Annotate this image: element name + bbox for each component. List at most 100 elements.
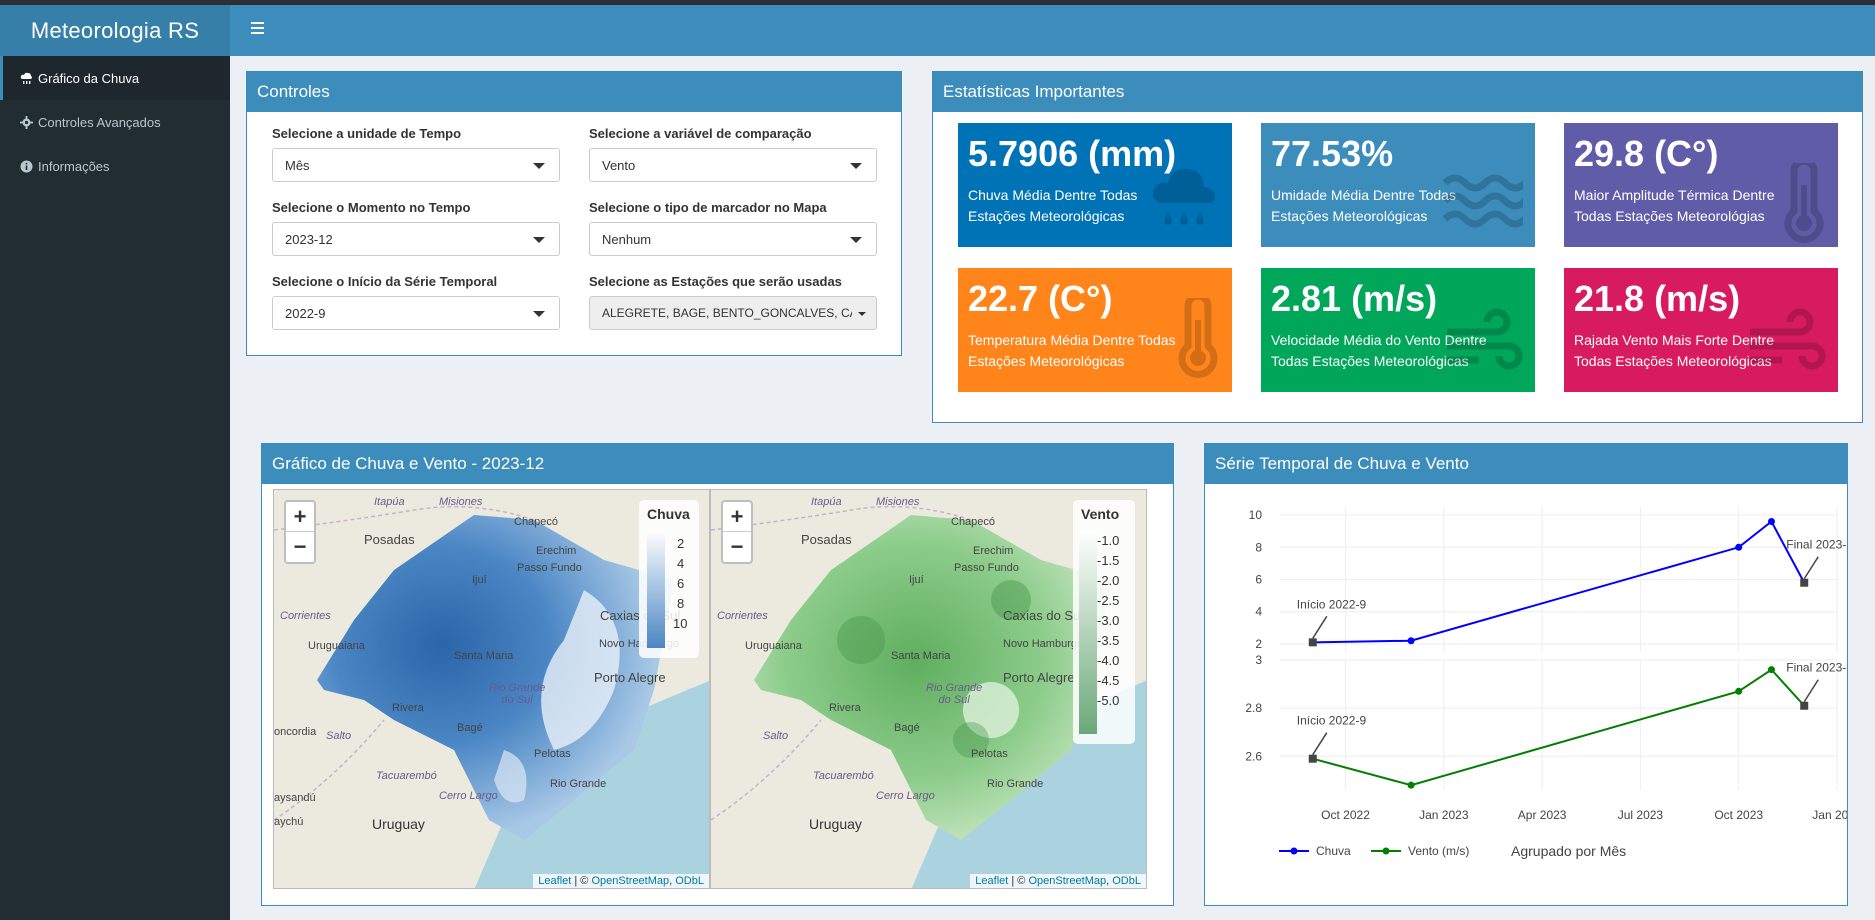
map-label-uruguay: Uruguay xyxy=(372,816,425,832)
map-label-posadas: Posadas xyxy=(801,532,852,547)
sidebar-item-label: Informações xyxy=(38,158,110,174)
rain-map[interactable]: Itapúa Misiones Chapecó Posadas Erechim … xyxy=(273,489,710,889)
x-tick-label: Jul 2023 xyxy=(1618,808,1664,822)
chart-footer: Agrupado por Mês xyxy=(1511,843,1626,859)
annotation-end: Final 2023-12 xyxy=(1786,538,1847,552)
wind-map[interactable]: Itapúa Misiones Chapecó Posadas Erechim … xyxy=(710,489,1147,889)
osm-link[interactable]: OpenStreetMap xyxy=(591,875,669,887)
moment-select[interactable]: 2023-12 xyxy=(272,222,560,256)
rain-legend-tick: 4 xyxy=(677,556,685,571)
attribution-sep: | © xyxy=(571,875,592,887)
map-label-corrientes: Corrientes xyxy=(717,610,768,622)
map-label-passo-fundo: Passo Fundo xyxy=(954,562,1019,574)
zoom-in-button[interactable]: + xyxy=(723,502,751,532)
leaflet-link[interactable]: Leaflet xyxy=(538,875,571,887)
map-label-santa-maria: Santa Maria xyxy=(891,650,951,662)
value-box-desc: Maior Amplitude Térmica Dentre Todas Est… xyxy=(1574,187,1775,224)
x-tick-label: Jan 2024 xyxy=(1812,808,1847,822)
annotation-end: Final 2023-12 xyxy=(1786,661,1847,675)
zoom-out-button[interactable]: − xyxy=(723,532,751,562)
time-unit-value: Mês xyxy=(285,157,310,173)
stations-multiselect[interactable]: ALEGRETE, BAGE, BENTO_GONCALVES, CAÇ xyxy=(589,296,877,330)
map-label-tacuarembo: Tacuarembó xyxy=(376,770,437,782)
stations-value: ALEGRETE, BAGE, BENTO_GONCALVES, CAÇ xyxy=(602,306,852,320)
map-label-itapua: Itapúa xyxy=(811,496,842,508)
map-label-cerro-largo: Cerro Largo xyxy=(439,790,498,802)
map-label-rio-grande-do-sul: Rio Grande do Sul xyxy=(489,682,546,706)
x-tick-label: Apr 2023 xyxy=(1518,808,1567,822)
wind-legend-tick: -4.5 xyxy=(1097,673,1120,688)
zoom-in-button[interactable]: + xyxy=(286,502,314,532)
chevron-down-icon xyxy=(533,237,545,243)
chevron-down-icon xyxy=(533,311,545,317)
maps-panel-title: Gráfico de Chuva e Vento - 2023-12 xyxy=(262,444,1173,484)
attribution-sep: | © xyxy=(1008,875,1029,887)
x-tick-label: Jan 2023 xyxy=(1419,808,1469,822)
wind-legend-tick: -5.0 xyxy=(1097,693,1120,708)
wind-legend-gradient xyxy=(1079,530,1097,734)
y-tick-label: 2 xyxy=(1255,637,1262,651)
value-box-chuva-media: 5.7906 (mm) Chuva Média Dentre Todas Est… xyxy=(958,123,1232,247)
odbl-link[interactable]: ODbL xyxy=(1112,875,1141,887)
map-label-chapeco: Chapecó xyxy=(514,516,559,528)
marker-select[interactable]: Nenhum xyxy=(589,222,877,256)
sidebar-item-label: Controles Avançados xyxy=(38,114,161,130)
wind-icon xyxy=(1750,308,1826,370)
value-box-value: 5.7906 (mm) xyxy=(968,133,1177,174)
y-tick-label: 10 xyxy=(1249,508,1263,522)
sidebar: Gráfico da Chuva Controles Avançados Inf… xyxy=(0,56,230,920)
series-line xyxy=(1312,668,1805,787)
map-label-bage: Bagé xyxy=(894,722,920,734)
series-endpoint-marker xyxy=(1800,701,1809,710)
wind-legend-tick: -3.5 xyxy=(1097,633,1120,648)
map-label-santa-maria: Santa Maria xyxy=(454,650,514,662)
map-label-chapeco: Chapecó xyxy=(951,516,996,528)
y-tick-label: 2.8 xyxy=(1245,701,1262,715)
legend-label: Chuva xyxy=(1316,844,1351,858)
map-label-tacuarembo: Tacuarembó xyxy=(813,770,874,782)
annotation-start: Início 2022-9 xyxy=(1297,597,1367,611)
map-label-concordia: oncordia xyxy=(274,726,317,738)
maps-panel: Gráfico de Chuva e Vento - 2023-12 Itapú… xyxy=(261,443,1174,906)
sidebar-item-label: Gráfico da Chuva xyxy=(38,70,140,86)
map-label-paysandu: aysandú xyxy=(274,792,316,804)
series-point xyxy=(1767,518,1775,525)
series-start-select[interactable]: 2022-9 xyxy=(272,296,560,330)
map-label-erechim: Erechim xyxy=(973,545,1014,557)
rain-legend-tick: 2 xyxy=(677,536,685,551)
series-point xyxy=(1407,637,1415,645)
moment-label: Selecione o Momento no Tempo xyxy=(272,200,471,215)
cloud-rain-icon xyxy=(1153,168,1215,225)
sidebar-item-grafico-chuva[interactable]: Gráfico da Chuva xyxy=(0,56,230,100)
zoom-out-button[interactable]: − xyxy=(286,532,314,562)
value-box-value: 21.8 (m/s) xyxy=(1574,278,1741,319)
osm-link[interactable]: OpenStreetMap xyxy=(1028,875,1106,887)
compare-var-value: Vento xyxy=(602,157,636,173)
leaflet-link[interactable]: Leaflet xyxy=(975,875,1008,887)
value-box-velocidade-vento: 2.81 (m/s) Velocidade Média do Vento Den… xyxy=(1261,268,1535,392)
marker-value: Nenhum xyxy=(602,231,652,247)
map-label-gualeguaychu: aychú xyxy=(274,816,304,828)
odbl-link[interactable]: ODbL xyxy=(675,875,704,887)
app-title[interactable]: Meteorologia RS xyxy=(0,5,230,56)
wind-legend-tick: -1.5 xyxy=(1097,553,1120,568)
gear-icon xyxy=(20,115,33,129)
info-icon xyxy=(20,160,33,173)
stats-panel-title: Estatísticas Importantes xyxy=(933,72,1862,112)
y-tick-label: 2.6 xyxy=(1245,749,1262,763)
series-endpoint-marker xyxy=(1308,638,1317,647)
map-label-uruguaiana: Uruguaiana xyxy=(745,640,802,652)
series-start-label: Selecione o Início da Série Temporal xyxy=(272,274,498,289)
wind-legend-tick: -3.0 xyxy=(1097,613,1120,628)
sidebar-item-informacoes[interactable]: Informações xyxy=(0,144,230,188)
timeseries-chart[interactable]: 2 4 6 8 10 Início 2022-9 Final 2023-12 2.6 2.8 3 I… xyxy=(1205,485,1847,905)
map-label-pelotas: Pelotas xyxy=(534,748,571,760)
time-unit-select[interactable]: Mês xyxy=(272,148,560,182)
time-unit-label: Selecione a unidade de Tempo xyxy=(272,126,462,141)
sidebar-item-controles-avancados[interactable]: Controles Avançados xyxy=(0,100,230,144)
annotation-arrow xyxy=(1803,556,1819,580)
compare-var-select[interactable]: Vento xyxy=(589,148,877,182)
wind-legend-tick: -4.0 xyxy=(1097,653,1120,668)
x-tick-label: Oct 2023 xyxy=(1714,808,1763,822)
sidebar-toggle-icon[interactable] xyxy=(246,19,268,41)
